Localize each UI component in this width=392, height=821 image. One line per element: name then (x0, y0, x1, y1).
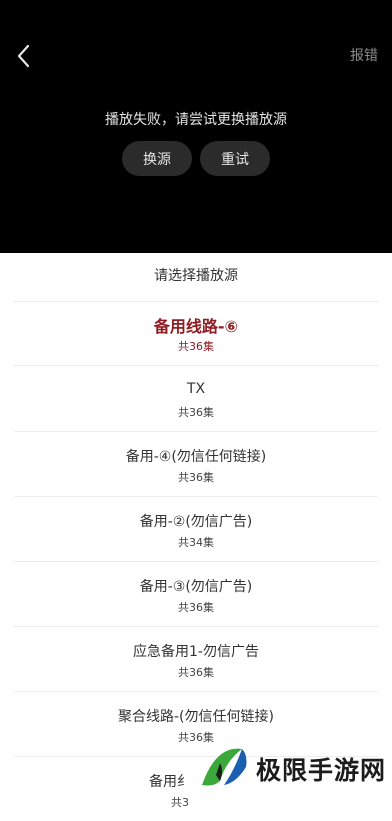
retry-button[interactable]: 重试 (200, 141, 270, 176)
video-player[interactable]: 报错 播放失败，请尝试更换播放源 换源 重试 (0, 0, 392, 253)
episode-count: 共34集 (178, 536, 214, 549)
source-name: 备用线路-⑥ (153, 317, 239, 336)
source-name: 聚合线路-(勿信任何链接) (118, 709, 274, 725)
source-name: 备用-④(勿信任何链接) (125, 449, 267, 465)
site-logo-icon (202, 748, 247, 786)
episode-count: 共36集 (178, 471, 214, 484)
source-item[interactable]: 应急备用1-勿信广告 共36集 (14, 627, 378, 692)
source-item[interactable]: 备用-④(勿信任何链接) 共36集 (14, 432, 378, 497)
sheet-title: 请选择播放源 (14, 253, 378, 302)
source-item[interactable]: 备用线路-⑥ 共36集 (14, 301, 378, 366)
source-item[interactable]: 备用-②(勿信广告) 共34集 (14, 497, 378, 562)
episode-count: 共36集 (178, 340, 214, 353)
episode-count: 共36集 (178, 666, 214, 679)
source-name: 备用-②(勿信广告) (139, 514, 253, 530)
source-name: 备用-③(勿信广告) (139, 579, 253, 595)
source-picker-sheet: 请选择播放源 备用线路-⑥ 共36集 TX 共36集 备用-④(勿信任何链接) … (0, 253, 392, 809)
source-name: TX (186, 381, 206, 397)
report-error-button[interactable]: 报错 (350, 45, 378, 65)
source-item[interactable]: TX 共36集 (14, 367, 378, 432)
site-watermark: 极限手游网 (196, 738, 392, 800)
episode-count: 共36集 (178, 406, 214, 419)
source-item[interactable]: 备用-③(勿信广告) 共36集 (14, 562, 378, 627)
episode-count: 共36集 (178, 601, 214, 614)
back-arrow-icon[interactable] (12, 42, 36, 70)
source-name: 应急备用1-勿信广告 (133, 644, 259, 660)
switch-source-button[interactable]: 换源 (122, 141, 192, 176)
watermark-text: 极限手游网 (256, 756, 387, 785)
playback-error-message: 播放失败，请尝试更换播放源 (105, 112, 287, 128)
